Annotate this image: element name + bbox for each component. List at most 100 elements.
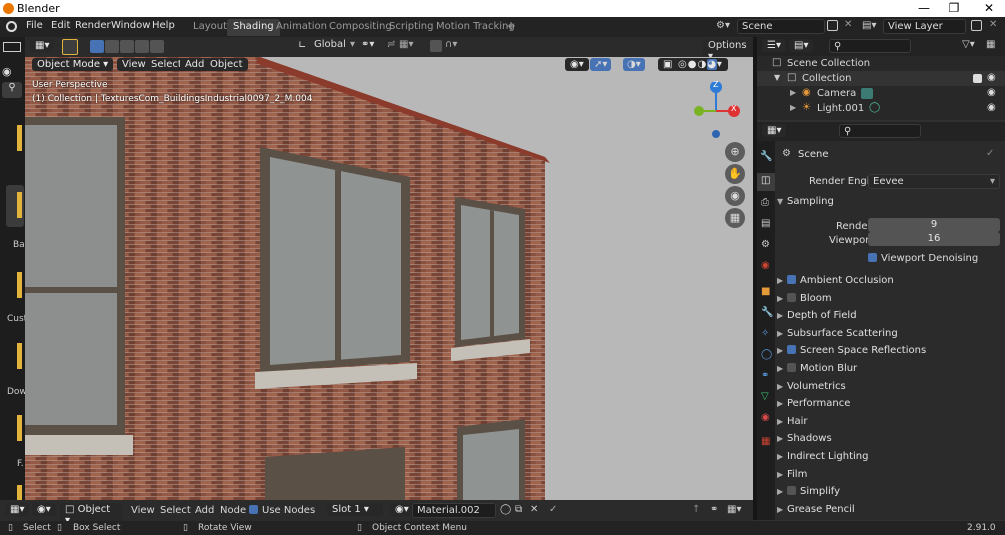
properties-search-input[interactable]: ⚲ — [839, 124, 921, 138]
physics-tab-icon[interactable]: ◯ — [761, 349, 772, 360]
outliner-search-input[interactable]: ⚲ — [829, 39, 911, 53]
transform-orientation-dropdown[interactable]: Global — [314, 39, 346, 50]
particles-tab-icon[interactable]: ✧ — [761, 328, 769, 339]
new-collection-icon[interactable]: ▦ — [986, 39, 995, 50]
panel-film[interactable]: ▶ Film — [777, 469, 1002, 486]
filter-icon[interactable]: ▽▾ — [962, 39, 975, 50]
exclude-checkbox[interactable] — [973, 74, 982, 83]
menu-render[interactable]: Render — [75, 20, 111, 31]
panel-grease-pencil[interactable]: ▶ Grease Pencil — [777, 504, 1002, 521]
output-tab-icon[interactable]: ⎙ — [761, 197, 769, 208]
maximize-button[interactable]: ❐ — [940, 0, 968, 17]
display-mode-icon[interactable]: ▤▾ — [789, 39, 814, 52]
material-name-field[interactable]: Material.002 — [412, 503, 496, 518]
panel-depth-of-field[interactable]: ▶ Depth of Field — [777, 310, 1002, 327]
duplicate-material-icon[interactable]: ⧉ — [515, 504, 522, 515]
select-intersect-icon[interactable] — [150, 40, 164, 53]
world-tab-icon[interactable]: ◉ — [761, 260, 770, 271]
menu-window[interactable]: Window — [111, 20, 150, 31]
minimize-button[interactable]: — — [910, 0, 938, 17]
panel-motion-blur[interactable]: ▶ Motion Blur — [777, 363, 1002, 380]
panel-performance[interactable]: ▶ Performance — [777, 398, 1002, 415]
view-layer-tab-icon[interactable]: ▤ — [761, 218, 770, 229]
snap-element-icon[interactable]: ▦▾ — [727, 504, 741, 515]
panel-enable-checkbox[interactable] — [787, 345, 796, 354]
expand-arrow-icon[interactable]: ▶ — [790, 88, 796, 97]
viewport-samples-field[interactable]: 16 — [868, 232, 1000, 246]
editor-type-button[interactable]: ☰▾ — [762, 39, 786, 52]
unlink-material-icon[interactable]: ✕ — [530, 504, 538, 515]
delete-view-layer-icon[interactable]: ✕ — [989, 19, 997, 30]
close-button[interactable]: ✕ — [975, 0, 1003, 17]
material-tab-icon[interactable]: ◉ — [761, 412, 770, 423]
select-extend-icon[interactable] — [105, 40, 119, 53]
menu-select[interactable]: Select — [160, 505, 191, 516]
eye-icon[interactable]: ◉ — [987, 87, 996, 98]
select-invert-icon[interactable] — [135, 40, 149, 53]
view-layer-field[interactable]: View Layer — [883, 19, 966, 34]
menu-node[interactable]: Node — [220, 505, 246, 516]
object-type-icon[interactable]: ◉▾ — [32, 503, 56, 516]
camera-view-icon[interactable]: ◉ — [725, 186, 745, 206]
visibility-icon[interactable]: ◉▾ — [565, 58, 589, 71]
menu-object[interactable]: Object — [205, 58, 248, 71]
pivot-point-icon[interactable]: ⚭▾ — [361, 39, 374, 50]
scene-tab-icon[interactable]: ⚙ — [761, 239, 770, 250]
gizmo-toggle-icon[interactable]: ➚▾ — [590, 58, 612, 71]
snap-node-icon[interactable]: ⚭ — [710, 504, 718, 515]
material-slot-thumb[interactable] — [17, 272, 22, 298]
data-tab-icon[interactable]: ▽ — [761, 391, 769, 402]
outliner-row[interactable]: ▶ ◉ Camera ◉ — [757, 86, 1005, 101]
panel-enable-checkbox[interactable] — [787, 486, 796, 495]
add-workspace-button[interactable]: + — [500, 17, 522, 34]
select-subtract-icon[interactable] — [120, 40, 134, 53]
new-view-layer-icon[interactable] — [971, 20, 982, 31]
light-data-icon[interactable]: ◯ — [869, 102, 880, 113]
panel-indirect-lighting[interactable]: ▶ Indirect Lighting — [777, 451, 1002, 468]
scene-field[interactable]: Scene — [737, 19, 825, 34]
viewport-denoising-checkbox[interactable]: Viewport Denoising — [868, 253, 978, 264]
material-slot-thumb[interactable] — [17, 343, 22, 369]
use-nodes-checkbox[interactable]: Use Nodes — [249, 505, 315, 516]
object-tab-icon[interactable]: ■ — [761, 286, 770, 297]
panel-simplify[interactable]: ▶ Simplify — [777, 486, 1002, 503]
3d-viewport[interactable]: Object Mode ▾ View Select Add Object ◉▾ … — [25, 57, 753, 500]
search-icon[interactable]: ⚲ — [2, 82, 22, 98]
tool-icon[interactable]: ◉ — [2, 65, 22, 79]
panel-hair[interactable]: ▶ Hair — [777, 416, 1002, 433]
pin-icon[interactable]: ✓ — [986, 148, 994, 159]
render-tab-icon[interactable]: ◫ — [761, 175, 770, 186]
mode-dropdown[interactable]: Object Mode ▾ — [32, 58, 114, 71]
orientation-icon[interactable]: ∟ — [298, 40, 306, 51]
view-layer-icon[interactable]: ▤▾ — [862, 20, 876, 31]
editor-type-icon[interactable] — [3, 42, 21, 52]
panel-screen-space-reflections[interactable]: ▶ Screen Space Reflections — [777, 345, 1002, 362]
panel-enable-checkbox[interactable] — [787, 363, 796, 372]
panel-bloom[interactable]: ▶ Bloom — [777, 293, 1002, 310]
panel-subsurface-scattering[interactable]: ▶ Subsurface Scattering — [777, 328, 1002, 345]
proportional-edit-icon[interactable] — [430, 40, 442, 52]
menu-help[interactable]: Help — [152, 20, 175, 31]
menu-file[interactable]: File — [26, 20, 43, 31]
panel-volumetrics[interactable]: ▶ Volumetrics — [777, 381, 1002, 398]
panel-shadows[interactable]: ▶ Shadows — [777, 433, 1002, 450]
panel-enable-checkbox[interactable] — [787, 293, 796, 302]
snap-target-icon[interactable]: ▦▾ — [399, 39, 413, 50]
eye-icon[interactable]: ◉ — [987, 102, 996, 113]
material-slot-thumb[interactable] — [17, 415, 22, 441]
editor-type-button[interactable]: ▦▾ — [30, 39, 55, 52]
camera-data-icon[interactable] — [861, 88, 873, 99]
blender-menu-icon[interactable] — [6, 21, 17, 32]
modifier-tab-icon[interactable]: 🔧 — [761, 307, 773, 318]
overlay-toggle-icon[interactable]: ◑▾ — [623, 58, 645, 71]
navigation-gizmo[interactable]: Z X — [690, 77, 750, 147]
editor-type-button[interactable]: ▦▾ — [5, 503, 30, 516]
fake-user-icon[interactable]: ◯ — [500, 504, 511, 515]
expand-arrow-icon[interactable]: ▼ — [774, 73, 780, 82]
eye-icon[interactable]: ◉ — [987, 72, 996, 83]
texture-tab-icon[interactable]: ▦ — [761, 436, 770, 447]
panel-ambient-occlusion[interactable]: ▶ Ambient Occlusion — [777, 275, 1002, 292]
select-new-icon[interactable] — [90, 40, 104, 53]
menu-view[interactable]: View — [131, 505, 155, 516]
menu-edit[interactable]: Edit — [51, 20, 70, 31]
